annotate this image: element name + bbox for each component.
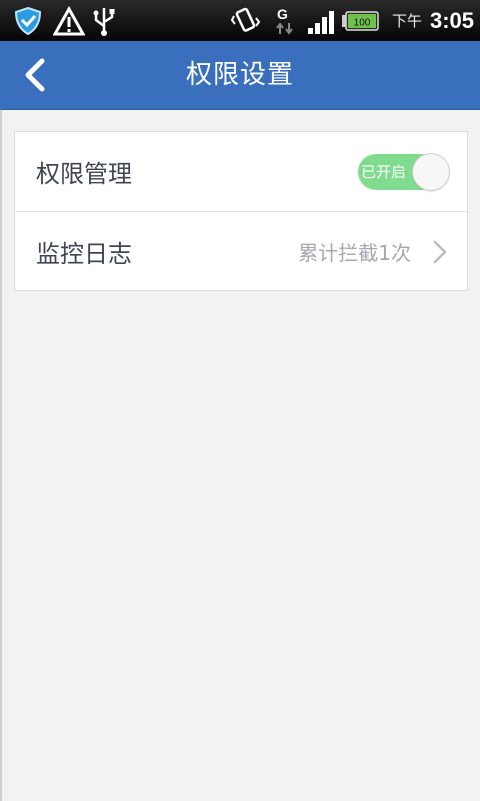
toggle-knob	[413, 154, 449, 190]
title-bar: 权限设置	[0, 41, 480, 110]
shield-icon	[14, 6, 42, 36]
warning-icon	[53, 6, 85, 36]
monitor-log-label: 监控日志	[36, 239, 132, 268]
clock-ampm: 下午	[391, 12, 422, 30]
network-g-icon: G	[276, 6, 293, 35]
toggle-status-text: 已开启	[361, 163, 407, 181]
signal-icon	[308, 11, 334, 34]
monitor-log-row[interactable]: 监控日志 累计拦截1次	[15, 212, 467, 290]
clock: 下午 3:05	[392, 0, 474, 41]
network-type-text: G	[277, 6, 288, 22]
permission-management-row: 权限管理 已开启	[15, 132, 467, 212]
vibrate-icon	[230, 7, 260, 32]
usb-icon	[93, 8, 115, 36]
monitor-log-count: 累计拦截1次	[298, 240, 411, 265]
clock-time: 3:05	[429, 7, 474, 33]
permission-management-label: 权限管理	[36, 160, 132, 188]
chevron-right-icon	[433, 240, 447, 264]
status-bar: G 100 下午 3:05	[0, 0, 480, 41]
settings-list: 权限管理 已开启 监控日志 累计拦截1次	[14, 131, 468, 291]
battery-icon: 100	[342, 11, 379, 31]
battery-level-text: 100	[354, 18, 371, 29]
page-title: 权限设置	[185, 60, 294, 90]
left-edge-divider	[0, 109, 2, 801]
permission-management-toggle[interactable]: 已开启	[358, 154, 449, 190]
